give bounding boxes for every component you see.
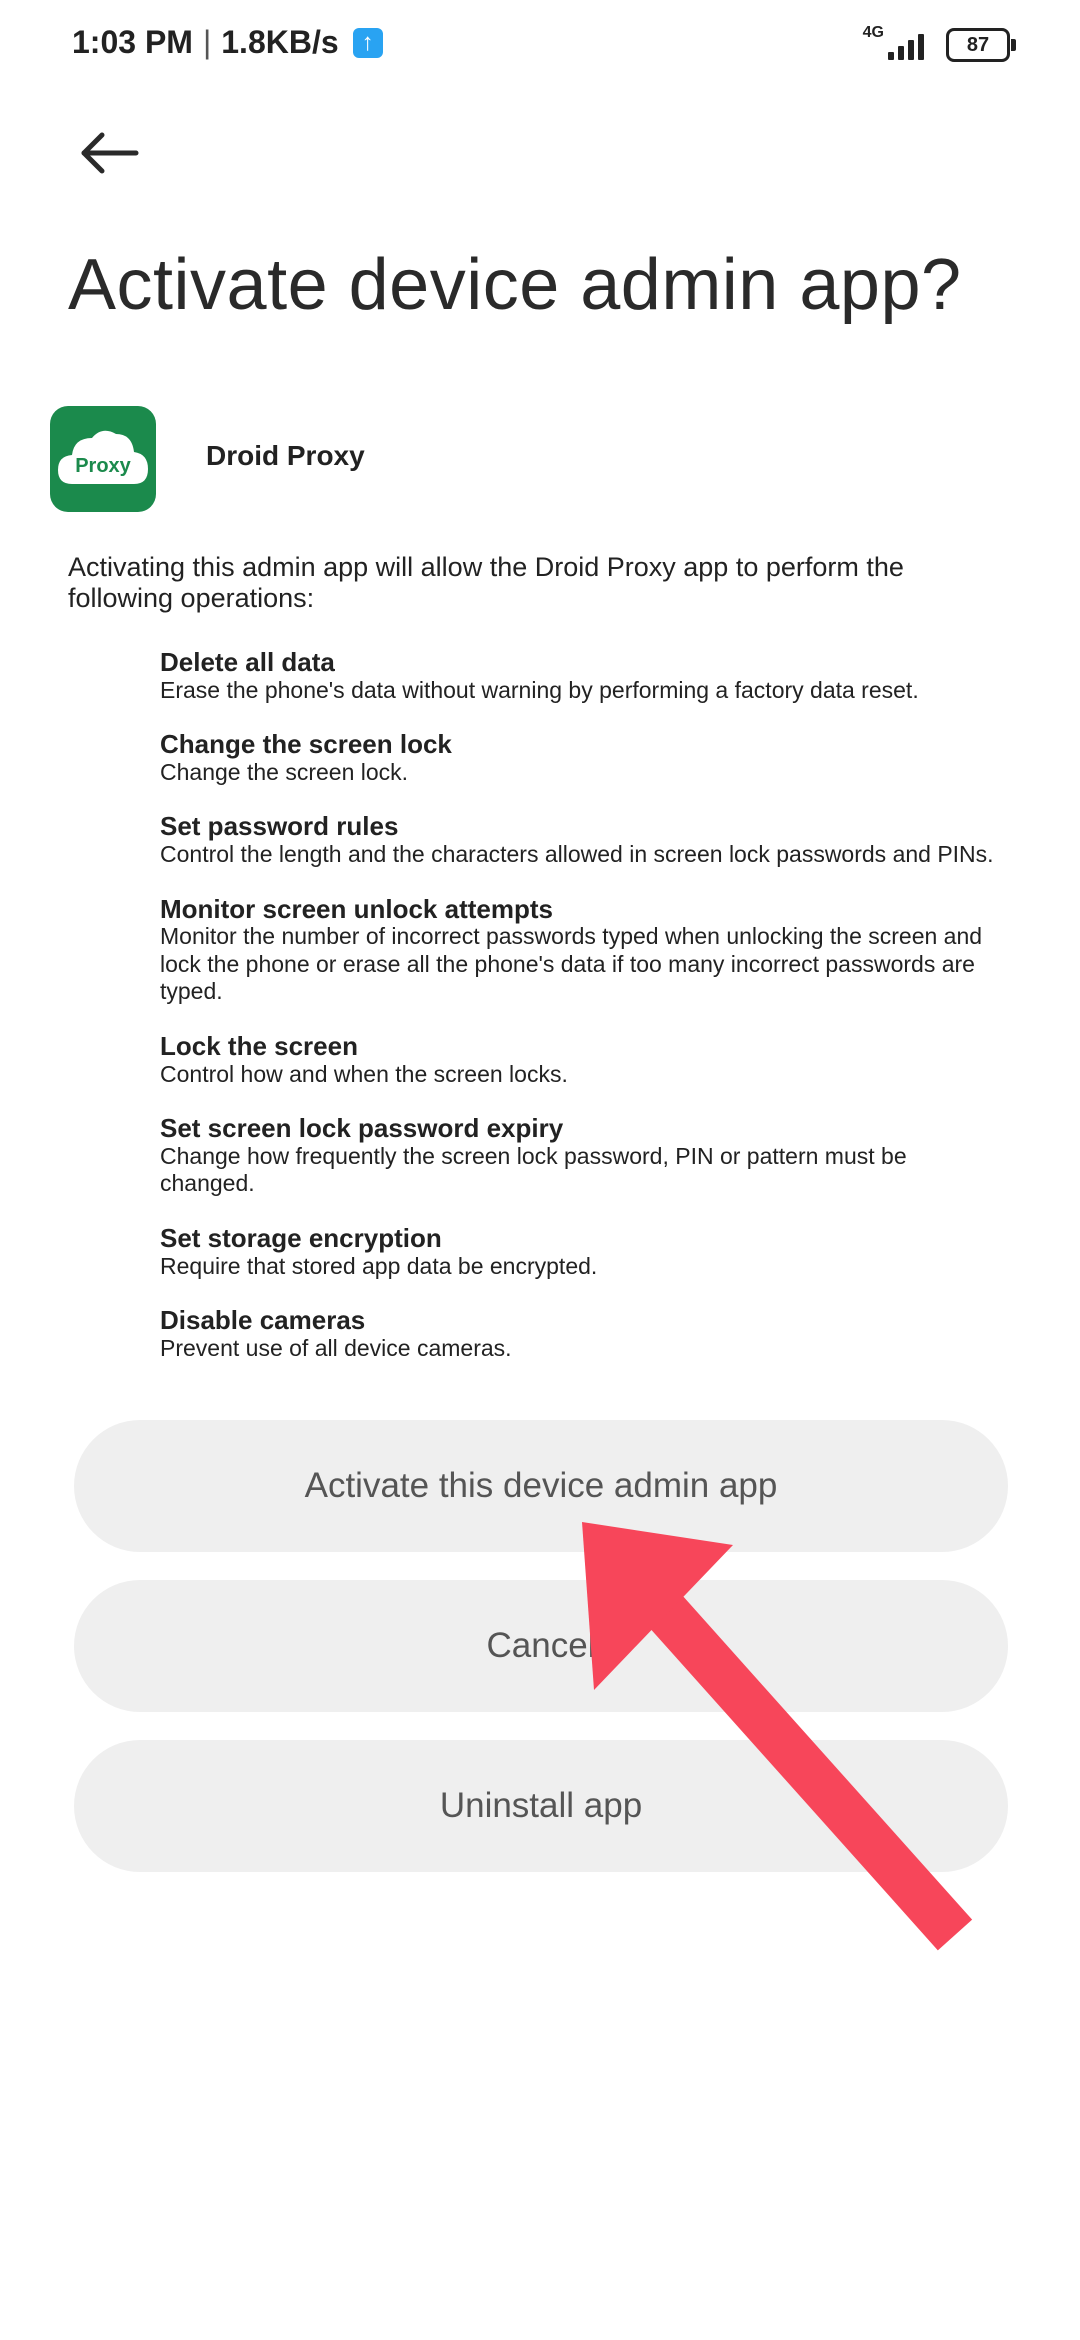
intro-text: Activating this admin app will allow the… [68,552,904,614]
permission-title: Change the screen lock [160,729,452,760]
page-title: Activate device admin app? [68,245,962,325]
permission-list: Delete all data Erase the phone's data w… [160,648,1000,1388]
status-time: 1:03 PM [72,24,193,60]
permission-title: Set storage encryption [160,1222,442,1253]
upload-arrow-icon: ↑ [352,27,383,58]
permission-title: Monitor screen unlock attempts [160,893,553,924]
permission-desc: Monitor the number of incorrect password… [160,923,983,1005]
permission-desc: Prevent use of all device cameras. [160,1334,512,1361]
list-item: Set screen lock password expiry Change h… [160,1114,1000,1198]
status-separator: | [202,24,212,60]
cancel-button[interactable]: Cancel [74,1580,1008,1712]
cloud-icon: Proxy [58,430,148,484]
permission-desc: Control how and when the screen locks. [160,1060,568,1087]
network-type: 4G [862,24,884,41]
app-name: Droid Proxy [206,440,365,471]
permission-title: Delete all data [160,647,335,677]
permission-title: Set screen lock password expiry [160,1113,564,1144]
list-item: Set storage encryption Require that stor… [160,1224,1000,1280]
list-item: Delete all data Erase the phone's data w… [160,648,1000,704]
list-item: Monitor screen unlock attempts Monitor t… [160,893,1000,1006]
back-arrow-icon [81,132,139,174]
list-item: Lock the screen Control how and when the… [160,1032,1000,1088]
permission-desc: Change how frequently the screen lock pa… [160,1142,907,1197]
permission-title: Lock the screen [160,1030,358,1061]
signal-icon [888,30,928,60]
permission-desc: Require that stored app data be encrypte… [160,1252,598,1279]
status-right: 4G 87 [863,24,1016,62]
list-item: Disable cameras Prevent use of all devic… [160,1306,1000,1362]
list-item: Set password rules Control the length an… [160,812,1000,868]
battery-icon: 87 [946,28,1016,62]
permission-desc: Control the length and the characters al… [160,840,994,867]
network-speed: 1.8KB/s [221,24,339,60]
activate-admin-button[interactable]: Activate this device admin app [74,1420,1008,1552]
list-item: Change the screen lock Change the screen… [160,730,1000,786]
app-icon: Proxy [50,406,156,512]
permission-title: Disable cameras [160,1305,366,1336]
permission-desc: Change the screen lock. [160,758,409,785]
status-bar: 1:03 PM | 1.8KB/s ↑ 4G 87 [0,0,1080,96]
back-button[interactable] [72,120,142,190]
permission-desc: Erase the phone's data without warning b… [160,676,919,703]
status-left: 1:03 PM | 1.8KB/s ↑ [72,24,383,61]
uninstall-app-button[interactable]: Uninstall app [74,1740,1008,1872]
permission-title: Set password rules [160,811,399,842]
app-icon-text: Proxy [75,455,131,477]
